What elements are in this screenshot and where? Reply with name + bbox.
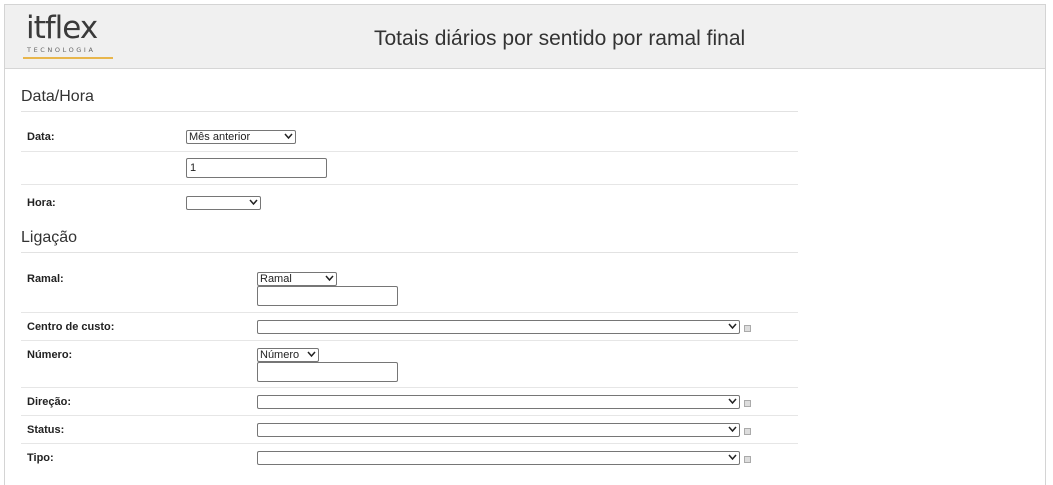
section-title-ligacao: Ligação xyxy=(21,229,798,253)
status-label: Status: xyxy=(27,424,65,436)
centro-custo-select[interactable] xyxy=(257,320,740,334)
form-row-direcao: Direção: xyxy=(21,388,798,416)
data-period-select[interactable]: Mês anterior xyxy=(186,130,296,144)
section-title-datahora: Data/Hora xyxy=(21,88,798,112)
logo-subtext: TECNOLOGIA xyxy=(27,46,96,54)
ramal-type-select[interactable]: Ramal xyxy=(257,272,337,286)
centro-custo-label: Centro de custo: xyxy=(27,321,115,333)
data-label: Data: xyxy=(27,131,55,143)
tipo-label: Tipo: xyxy=(27,452,54,464)
logo-underline xyxy=(23,57,113,59)
form-row-hora: Hora: xyxy=(21,185,798,213)
form-row-data-value xyxy=(21,152,798,185)
direcao-select[interactable] xyxy=(257,395,740,409)
status-helper-icon[interactable] xyxy=(744,428,751,435)
form-row-status: Status: xyxy=(21,416,798,444)
numero-label: Número: xyxy=(27,349,73,361)
hora-select[interactable] xyxy=(186,196,261,210)
itflex-logo[interactable]: itflex TECNOLOGIA xyxy=(23,10,113,61)
hora-label: Hora: xyxy=(27,197,56,209)
tipo-select[interactable] xyxy=(257,451,740,465)
hora-select-wrap[interactable] xyxy=(186,196,261,210)
ramal-select-wrap[interactable]: Ramal xyxy=(257,272,337,286)
form-row-centro-custo: Centro de custo: xyxy=(21,313,798,341)
ramal-input[interactable] xyxy=(257,286,398,306)
report-panel: itflex TECNOLOGIA Totais diários por sen… xyxy=(4,4,1046,485)
page-header: itflex TECNOLOGIA Totais diários por sen… xyxy=(5,5,1045,69)
data-value-input[interactable] xyxy=(186,158,327,178)
page-title: Totais diários por sentido por ramal fin… xyxy=(374,27,746,50)
status-select-wrap[interactable] xyxy=(257,423,740,437)
status-select[interactable] xyxy=(257,423,740,437)
form-row-ramal: Ramal: Ramal xyxy=(21,261,798,313)
direcao-helper-icon[interactable] xyxy=(744,400,751,407)
tipo-select-wrap[interactable] xyxy=(257,451,740,465)
direcao-label: Direção: xyxy=(27,396,72,408)
ramal-label: Ramal: xyxy=(27,273,64,285)
form-row-data: Data: Mês anterior xyxy=(21,120,798,152)
numero-type-select[interactable]: Número xyxy=(257,348,319,362)
data-select-wrap[interactable]: Mês anterior xyxy=(186,130,296,144)
numero-select-wrap[interactable]: Número xyxy=(257,348,319,362)
numero-input[interactable] xyxy=(257,362,398,382)
centro-custo-select-wrap[interactable] xyxy=(257,320,740,334)
form-row-numero: Número: Número xyxy=(21,341,798,388)
centro-custo-helper-icon[interactable] xyxy=(744,325,751,332)
form-row-tipo: Tipo: xyxy=(21,444,798,471)
logo-text: itflex xyxy=(26,10,98,46)
direcao-select-wrap[interactable] xyxy=(257,395,740,409)
tipo-helper-icon[interactable] xyxy=(744,456,751,463)
